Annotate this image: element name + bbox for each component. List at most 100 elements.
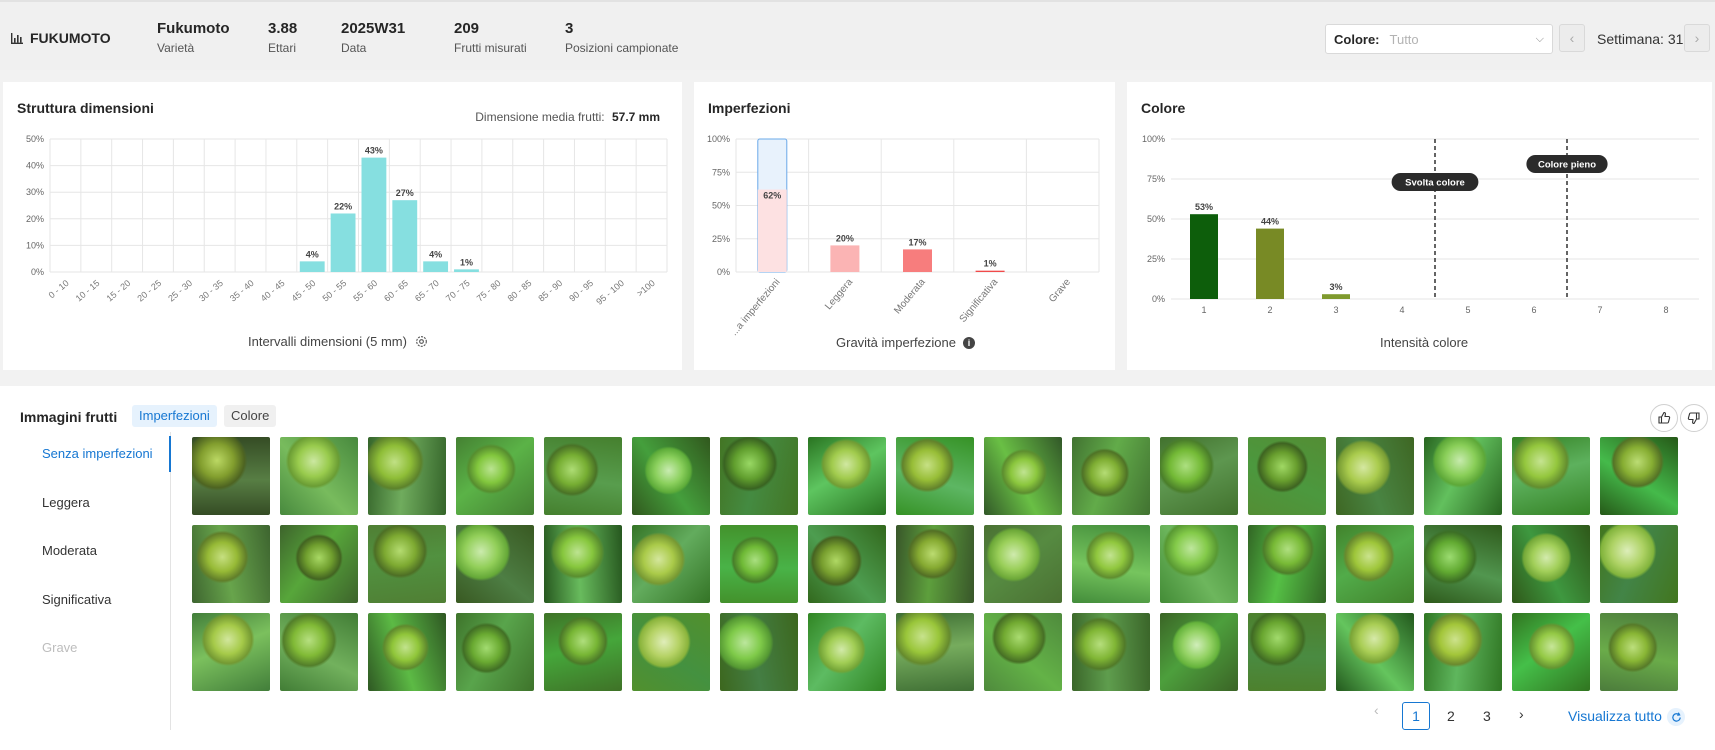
fruit-image[interactable] bbox=[192, 437, 270, 515]
fruit-image[interactable] bbox=[1336, 437, 1414, 515]
fruit-image[interactable] bbox=[1424, 437, 1502, 515]
fruit-image[interactable] bbox=[544, 437, 622, 515]
view-all-link[interactable]: Visualizza tutto bbox=[1568, 708, 1662, 724]
sidebar-item-moderate[interactable]: Moderata bbox=[42, 543, 97, 558]
fruit-image[interactable] bbox=[720, 437, 798, 515]
fruit-image[interactable] bbox=[368, 437, 446, 515]
y-tick-label: 30% bbox=[26, 187, 44, 197]
refresh-button[interactable] bbox=[1667, 708, 1685, 726]
fruit-image[interactable] bbox=[808, 437, 886, 515]
fruit-image[interactable] bbox=[1424, 613, 1502, 691]
fruit-image[interactable] bbox=[1072, 437, 1150, 515]
prev-week-button[interactable]: ‹ bbox=[1559, 24, 1585, 52]
fruit-image[interactable] bbox=[896, 525, 974, 603]
fruit-image[interactable] bbox=[984, 525, 1062, 603]
fruit-image[interactable] bbox=[720, 525, 798, 603]
fruit-image[interactable] bbox=[896, 613, 974, 691]
fruit-image[interactable] bbox=[192, 525, 270, 603]
y-tick-label: 10% bbox=[26, 240, 44, 250]
fruit-image[interactable] bbox=[1160, 437, 1238, 515]
stat-hectares: 3.88 Ettari bbox=[268, 20, 298, 55]
tab-color[interactable]: Colore bbox=[224, 405, 277, 427]
fruit-image[interactable] bbox=[1160, 613, 1238, 691]
pagination-next-button[interactable]: › bbox=[1519, 706, 1524, 722]
fruit-image[interactable] bbox=[544, 613, 622, 691]
fruit-image[interactable] bbox=[280, 437, 358, 515]
x-tick-label: Grave bbox=[1047, 277, 1073, 305]
color-filter-label: Colore: bbox=[1334, 31, 1380, 47]
x-tick-label: 8 bbox=[1663, 305, 1668, 315]
fruit-image[interactable] bbox=[1160, 525, 1238, 603]
x-tick-label: 7 bbox=[1597, 305, 1602, 315]
fruit-image[interactable] bbox=[720, 613, 798, 691]
bar bbox=[1322, 294, 1350, 299]
thumbs-down-button[interactable] bbox=[1680, 404, 1708, 432]
chevron-left-icon: ‹ bbox=[1569, 30, 1575, 46]
pagination-page-3[interactable]: 3 bbox=[1483, 708, 1491, 724]
thumbs-up-icon bbox=[1658, 411, 1671, 424]
fruit-image[interactable] bbox=[280, 525, 358, 603]
x-tick-label: 25 - 30 bbox=[166, 278, 194, 304]
info-icon[interactable]: i bbox=[962, 336, 975, 349]
settings-icon[interactable] bbox=[415, 335, 428, 348]
data-label: 22% bbox=[334, 201, 352, 211]
stat-date: 2025W31 Data bbox=[341, 20, 406, 55]
x-tick-label: 70 - 75 bbox=[444, 278, 472, 304]
fruit-image[interactable] bbox=[632, 613, 710, 691]
color-filter-select[interactable]: Colore: Tutto ⌵ bbox=[1325, 24, 1553, 54]
pagination-page-2[interactable]: 2 bbox=[1447, 708, 1455, 724]
marker-label: Colore pieno bbox=[1538, 160, 1596, 171]
brand: FUKUMOTO bbox=[11, 30, 111, 46]
fruit-image[interactable] bbox=[1512, 525, 1590, 603]
fruit-image[interactable] bbox=[1512, 613, 1590, 691]
sidebar-item-significant[interactable]: Significativa bbox=[42, 592, 111, 607]
data-label: 62% bbox=[763, 191, 781, 201]
data-label: 17% bbox=[908, 237, 926, 247]
fruit-image[interactable] bbox=[544, 525, 622, 603]
sidebar-item-light[interactable]: Leggera bbox=[42, 495, 90, 510]
fruit-image[interactable] bbox=[1600, 437, 1678, 515]
fruit-image[interactable] bbox=[1424, 525, 1502, 603]
fruit-image[interactable] bbox=[368, 613, 446, 691]
fruit-image[interactable] bbox=[1248, 613, 1326, 691]
fruit-image[interactable] bbox=[808, 525, 886, 603]
fruit-image[interactable] bbox=[896, 437, 974, 515]
fruit-image[interactable] bbox=[1336, 525, 1414, 603]
pagination-page-1[interactable]: 1 bbox=[1402, 702, 1430, 730]
next-week-button[interactable]: › bbox=[1684, 24, 1710, 52]
x-tick-label: 60 - 65 bbox=[382, 278, 410, 304]
sidebar-item-no-imperfections[interactable]: Senza imperfezioni bbox=[42, 446, 153, 461]
y-tick-label: 25% bbox=[712, 234, 730, 244]
sidebar-item-severe: Grave bbox=[42, 640, 78, 655]
bar bbox=[423, 261, 449, 272]
pagination-prev-button[interactable]: ‹ bbox=[1374, 702, 1379, 718]
fruit-image[interactable] bbox=[1072, 525, 1150, 603]
fruit-image[interactable] bbox=[280, 613, 358, 691]
fruit-image[interactable] bbox=[1336, 613, 1414, 691]
color-card: Colore 0% 25% 50% 75% 100% 53% 1 44% 2 3% 3 4 5 6 7 8 Sv… bbox=[1127, 82, 1712, 370]
fruit-image[interactable] bbox=[632, 525, 710, 603]
fruit-image[interactable] bbox=[1072, 613, 1150, 691]
y-tick-label: 50% bbox=[26, 134, 44, 144]
x-tick-label: 45 - 50 bbox=[290, 278, 318, 304]
fruit-image[interactable] bbox=[1248, 437, 1326, 515]
stat-variety: Fukumoto Varietà bbox=[157, 20, 230, 55]
thumbs-up-button[interactable] bbox=[1650, 404, 1678, 432]
fruit-image[interactable] bbox=[192, 613, 270, 691]
tab-imperfections[interactable]: Imperfezioni bbox=[132, 405, 217, 427]
fruit-image[interactable] bbox=[1600, 525, 1678, 603]
data-label: 53% bbox=[1195, 202, 1213, 212]
fruit-image[interactable] bbox=[984, 613, 1062, 691]
fruit-image[interactable] bbox=[368, 525, 446, 603]
fruit-image[interactable] bbox=[984, 437, 1062, 515]
fruit-image[interactable] bbox=[456, 613, 534, 691]
fruit-image[interactable] bbox=[456, 437, 534, 515]
fruit-image[interactable] bbox=[1600, 613, 1678, 691]
fruit-image[interactable] bbox=[1248, 525, 1326, 603]
fruit-image[interactable] bbox=[456, 525, 534, 603]
imperfections-card: Imperfezioni 0% 25% 50% 75% 100% 62% ...a impe… bbox=[694, 82, 1115, 370]
fruit-image[interactable] bbox=[632, 437, 710, 515]
data-label: 27% bbox=[396, 188, 414, 198]
fruit-image[interactable] bbox=[808, 613, 886, 691]
fruit-image[interactable] bbox=[1512, 437, 1590, 515]
